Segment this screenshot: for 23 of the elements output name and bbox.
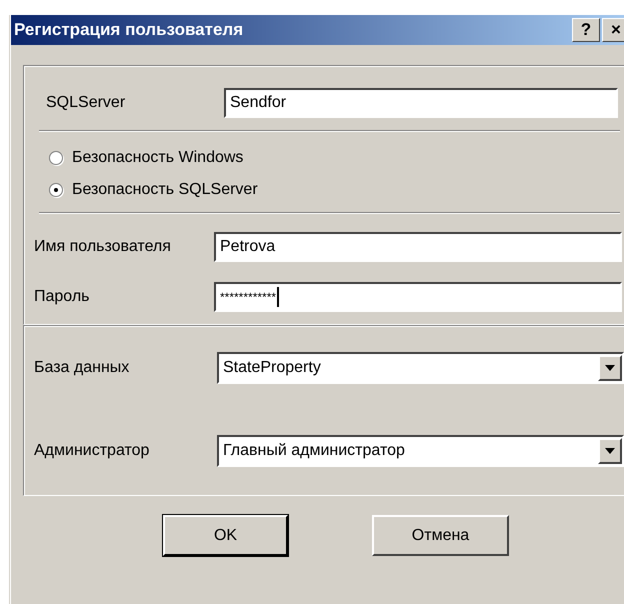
radio-label: Безопасность Windows	[72, 149, 244, 167]
radio-button[interactable]	[49, 183, 63, 197]
password-field[interactable]: ************	[214, 282, 622, 312]
database-dropdown[interactable]: StateProperty	[217, 352, 624, 384]
ok-button[interactable]: OK	[163, 515, 288, 556]
close-button[interactable]: ×	[602, 18, 624, 42]
help-button[interactable]: ?	[572, 18, 600, 42]
server-field[interactable]: Sendfor	[224, 88, 618, 118]
dropdown-arrow-icon	[605, 448, 615, 454]
dropdown-button[interactable]	[598, 438, 622, 464]
cancel-button[interactable]: Отмена	[372, 515, 509, 556]
dropdown-button[interactable]	[598, 355, 622, 381]
radio-label: Безопасность SQLServer	[72, 181, 258, 199]
field-label: Имя пользователя	[33, 238, 172, 256]
window-title: Регистрация пользователя	[14, 20, 244, 40]
radio-button[interactable]	[49, 151, 63, 165]
field-label: Администратор	[33, 442, 150, 460]
field-label: SQLServer	[45, 94, 126, 112]
administrator-dropdown[interactable]: Главный администратор	[217, 435, 624, 467]
dropdown-arrow-icon	[605, 365, 615, 371]
username-field[interactable]: Petrova	[214, 232, 622, 262]
field-label: Пароль	[33, 288, 91, 306]
field-label: База данных	[33, 359, 130, 377]
